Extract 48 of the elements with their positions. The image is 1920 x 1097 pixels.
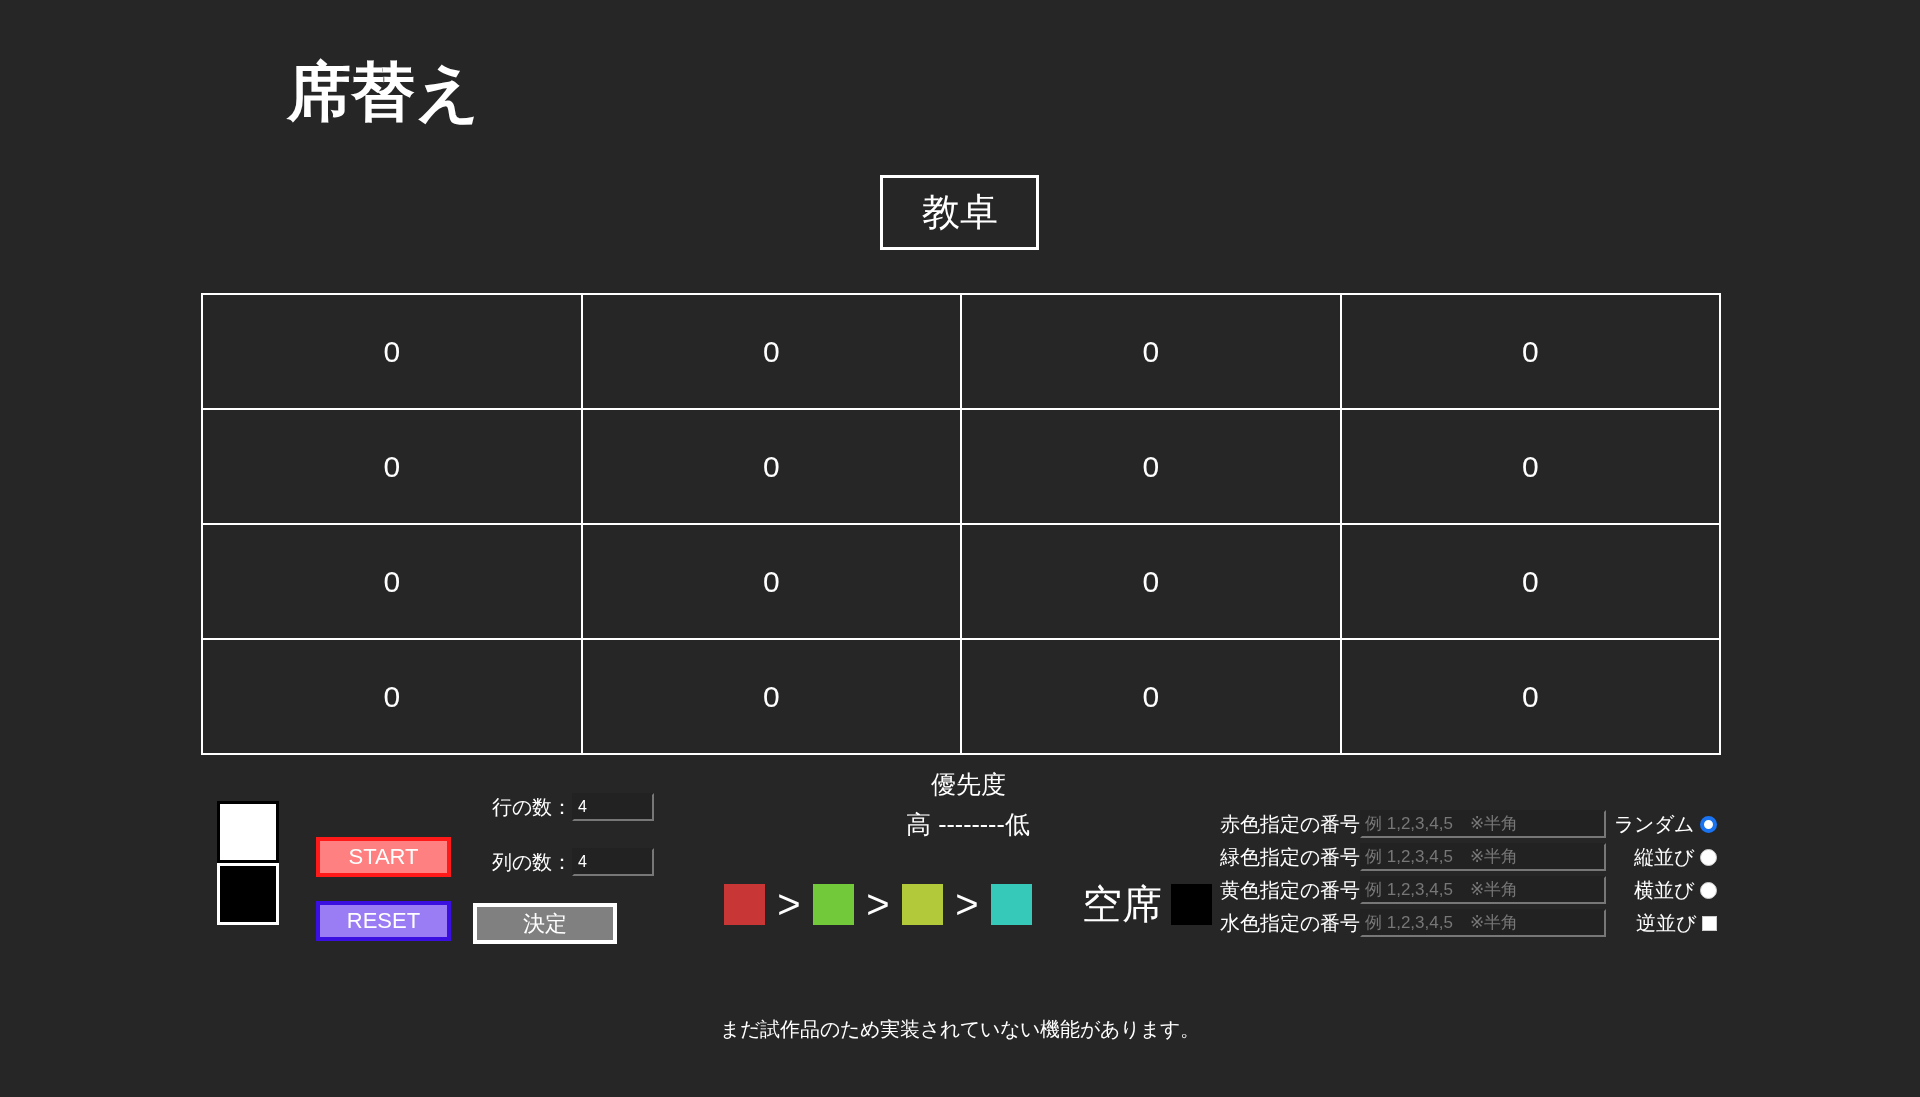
- field-label: 赤色指定の番号: [1220, 811, 1360, 837]
- greater-than-sign: >: [865, 884, 891, 924]
- seat-cell[interactable]: 0: [581, 409, 961, 524]
- seat-cell[interactable]: 0: [202, 409, 582, 524]
- field-label: 列の数：: [492, 849, 572, 875]
- seat-cell[interactable]: 0: [961, 294, 1341, 409]
- field-label: 黄色指定の番号: [1220, 877, 1360, 903]
- seat-cell[interactable]: 0: [1340, 409, 1720, 524]
- seat-cell[interactable]: 0: [581, 524, 961, 639]
- seat-cell[interactable]: 0: [581, 294, 961, 409]
- number-field[interactable]: 4: [572, 848, 654, 876]
- option-label: 逆並び: [1636, 910, 1696, 936]
- teacher-desk: 教卓: [880, 175, 1039, 250]
- number-list-field[interactable]: 例 1,2,3,4,5 ※半角: [1360, 810, 1606, 838]
- confirm-button[interactable]: 決定: [473, 903, 617, 944]
- seat-cell[interactable]: 0: [581, 639, 961, 754]
- notice-text: まだ試作品のため実装されていない機能があります。: [719, 1017, 1201, 1042]
- option-label: 横並び: [1634, 877, 1694, 903]
- option-label: 縦並び: [1634, 844, 1694, 870]
- greater-than-sign: >: [776, 884, 802, 924]
- seat-cell[interactable]: 0: [961, 524, 1341, 639]
- seat-cell[interactable]: 0: [1340, 294, 1720, 409]
- swatch-icon: [217, 863, 279, 925]
- page-title: 席替え: [287, 55, 481, 130]
- empty-seat-label: 空席: [1082, 882, 1162, 926]
- radio-button[interactable]: [1700, 848, 1717, 866]
- field-label: 水色指定の番号: [1220, 910, 1360, 936]
- radio-button[interactable]: [1700, 881, 1717, 899]
- swatch-icon: [217, 801, 279, 863]
- option-label: ランダム: [1614, 811, 1694, 837]
- seat-cell[interactable]: 0: [1340, 639, 1720, 754]
- seat-cell[interactable]: 0: [202, 524, 582, 639]
- number-list-field[interactable]: 例 1,2,3,4,5 ※半角: [1360, 909, 1606, 937]
- priority-scale: 高 --------低: [905, 809, 1031, 840]
- number-field[interactable]: 4: [572, 793, 654, 821]
- seat-cell[interactable]: 0: [1340, 524, 1720, 639]
- field-label: 行の数：: [492, 794, 572, 820]
- greater-than-sign: >: [954, 884, 980, 924]
- field-label: 緑色指定の番号: [1220, 844, 1360, 870]
- seat-cell[interactable]: 0: [961, 639, 1341, 754]
- seat-cell[interactable]: 0: [202, 294, 582, 409]
- seat-cell[interactable]: 0: [202, 639, 582, 754]
- number-list-field[interactable]: 例 1,2,3,4,5 ※半角: [1360, 843, 1606, 871]
- radio-button[interactable]: [1700, 815, 1717, 833]
- priority-title: 優先度: [929, 769, 1007, 800]
- seat-cell[interactable]: 0: [961, 409, 1341, 524]
- checkbox[interactable]: [1702, 915, 1717, 931]
- number-list-field[interactable]: 例 1,2,3,4,5 ※半角: [1360, 876, 1606, 904]
